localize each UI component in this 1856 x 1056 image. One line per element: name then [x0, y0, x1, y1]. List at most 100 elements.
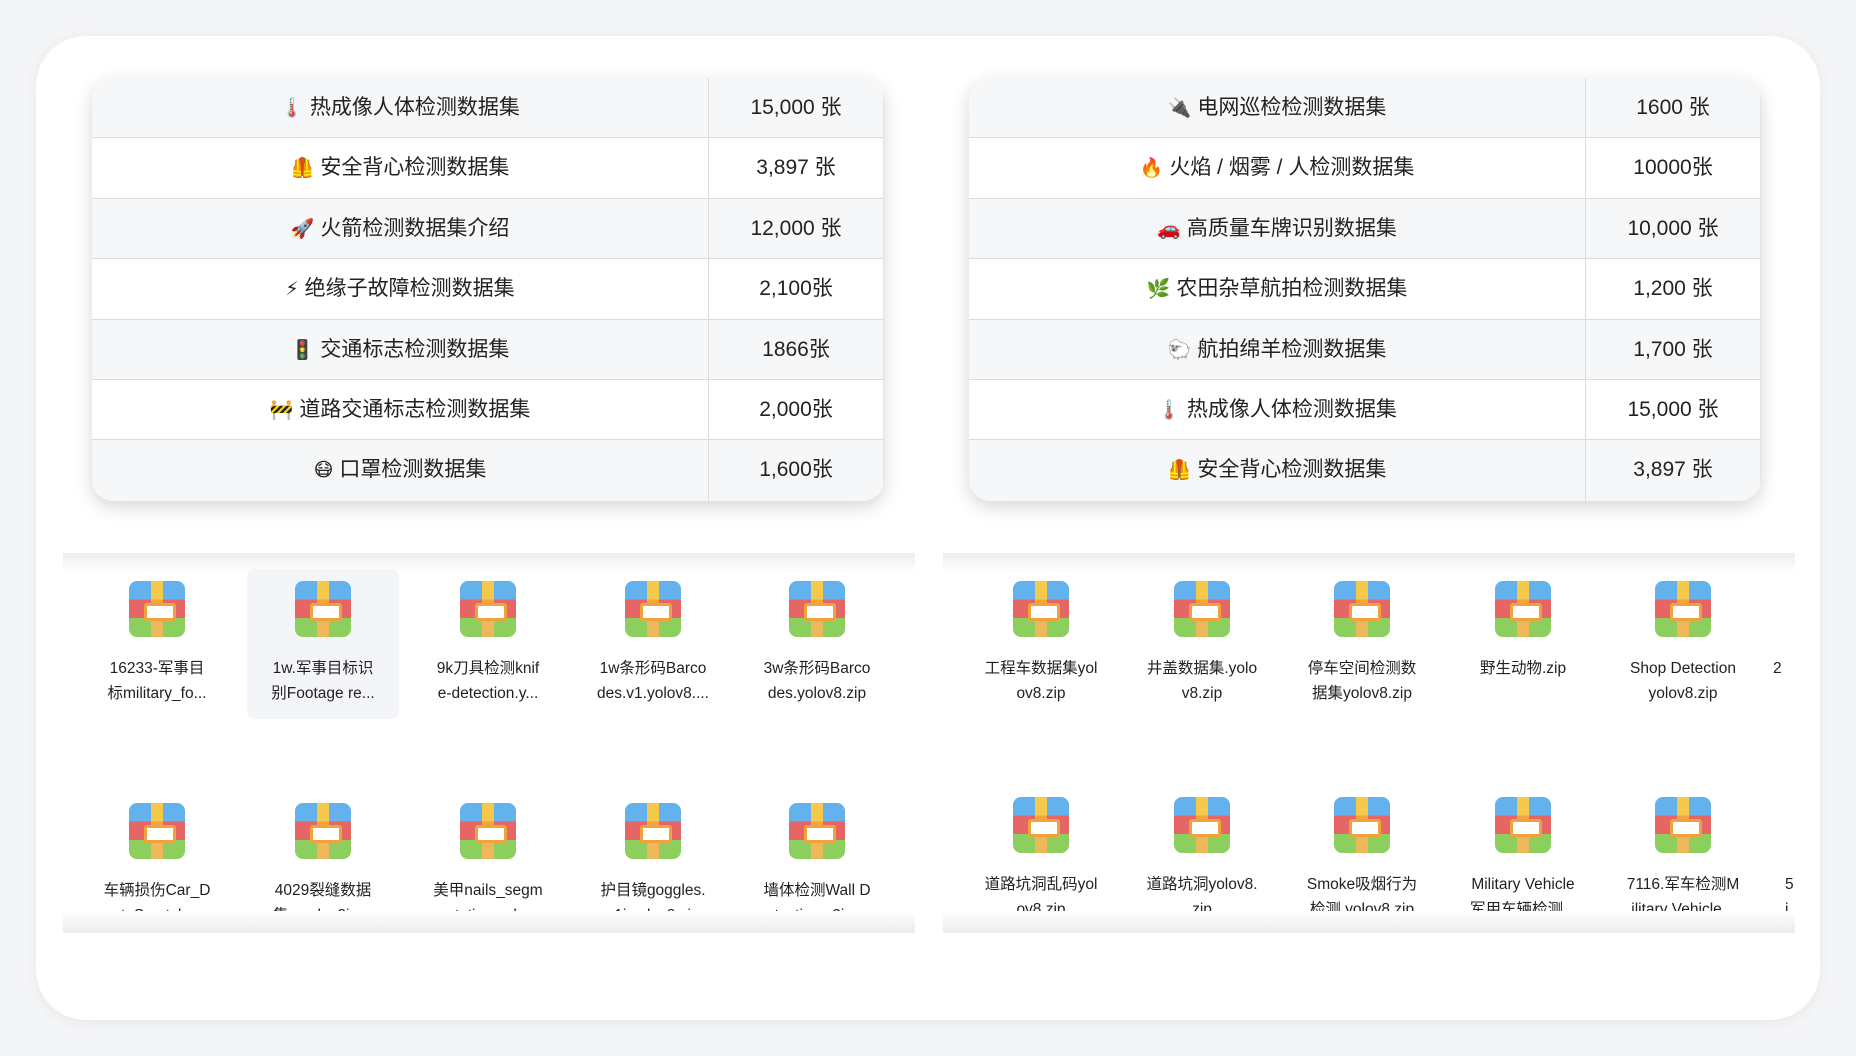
- dataset-count: 3,897 张: [709, 138, 884, 198]
- safety-vest-icon: 🦺: [290, 158, 315, 180]
- file-name-line1: Smoke吸烟行为: [1306, 876, 1418, 893]
- file-name-line1: 美甲nails_segm: [433, 882, 543, 899]
- table-row: ⚡ 绝缘子故障检测数据集 2,100张: [92, 259, 884, 320]
- file-item[interactable]: 井盖数据集.yolo v8.zip: [1126, 569, 1278, 719]
- file-item[interactable]: 1w条形码Barco des.v1.yolov8....: [577, 569, 729, 719]
- plug-icon: 🔌: [1167, 98, 1192, 119]
- file-name-line1: 3w条形码Barco: [763, 660, 871, 677]
- file-item[interactable]: 9k刀具检测knif e-detection.y...: [412, 569, 564, 719]
- fire-icon: 🔥: [1139, 158, 1164, 180]
- file-name-line2: yolov8.zip: [1648, 685, 1718, 702]
- file-name-line1: 停车空间检测数: [1307, 660, 1417, 677]
- file-name-line1: 工程车数据集yol: [984, 660, 1098, 677]
- file-name-line1: 16233-军事目: [109, 660, 205, 677]
- dataset-count: 2,000张: [709, 379, 884, 440]
- dataset-name: 热成像人体检测数据集: [309, 96, 520, 119]
- table-row: 🔌 电网巡检检测数据集 1600 张: [969, 78, 1761, 139]
- file-name-line1: 护目镜goggles.: [600, 882, 706, 899]
- zip-archive-icon: [295, 803, 351, 859]
- dataset-count: 15,000 张: [1586, 379, 1761, 440]
- file-name-line1: 道路坑洞乱码yol: [984, 876, 1098, 893]
- dataset-name: 口罩检测数据集: [339, 458, 487, 482]
- thermometer-icon: 🌡️: [1157, 399, 1181, 421]
- face-mask-icon: 😷: [313, 460, 334, 482]
- file-item[interactable]: 工程车数据集yol ov8.zip: [965, 569, 1117, 719]
- dataset-count: 1866张: [709, 319, 884, 379]
- file-name-line1: 9k刀具检测knif: [436, 660, 540, 677]
- zip-archive-icon: [789, 581, 845, 637]
- file-name-partial: 5: [1785, 876, 1794, 893]
- zip-archive-icon: [129, 581, 185, 637]
- dataset-count: 1600 张: [1586, 78, 1761, 138]
- dataset-name: 航拍绵羊检测数据集: [1197, 337, 1387, 361]
- file-browser-left: 16233-军事目 标military_fo... 1w.军事目标识 别Footag…: [63, 553, 915, 933]
- zip-archive-icon: [295, 581, 351, 637]
- panel-bottom-edge: [943, 911, 1795, 933]
- dataset-table-right: 🔌 电网巡检检测数据集 1600 张 🔥 火焰 / 烟雾 / 人检测数据集 1000…: [969, 78, 1761, 501]
- table-row: 🚦 交通标志检测数据集 1866张: [92, 319, 884, 380]
- file-item-selected[interactable]: 1w.军事目标识 别Footage re...: [247, 569, 399, 719]
- file-item[interactable]: Shop Detection yolov8.zip: [1607, 569, 1759, 719]
- zip-archive-icon: [625, 581, 681, 637]
- file-name-line1: 7116.军车检测M: [1626, 876, 1740, 893]
- dataset-name: 火焰 / 烟雾 / 人检测数据集: [1169, 156, 1415, 180]
- file-name-line1: Shop Detection: [1630, 660, 1736, 677]
- file-name-line1: 1w.军事目标识: [272, 660, 374, 677]
- file-name-line1: 道路坑洞yolov8.: [1146, 876, 1258, 893]
- table-row: 😷 口罩检测数据集 1,600张: [92, 440, 884, 501]
- thermometer-icon: 🌡️: [280, 98, 304, 119]
- dataset-name: 高质量车牌识别数据集: [1186, 216, 1397, 240]
- zip-archive-icon: [625, 803, 681, 859]
- zip-archive-icon: [129, 803, 185, 859]
- file-name-line1: 井盖数据集.yolo: [1146, 660, 1258, 677]
- lightning-icon: ⚡: [285, 279, 299, 301]
- file-item[interactable]: 3w条形码Barco des.yolov8.zip: [741, 569, 893, 719]
- table-row: 🔥 火焰 / 烟雾 / 人检测数据集 10000张: [969, 138, 1761, 199]
- zip-archive-icon: [1334, 797, 1390, 853]
- zip-archive-icon: [1655, 797, 1711, 853]
- file-name-partial: 2: [1773, 660, 1782, 677]
- zip-archive-icon: [460, 803, 516, 859]
- dataset-count: 10,000 张: [1586, 198, 1761, 259]
- table-row: 🚧 道路交通标志检测数据集 2,000张: [92, 379, 884, 441]
- dataset-count: 1,700 张: [1586, 319, 1761, 379]
- car-icon: 🚗: [1157, 218, 1181, 240]
- file-name-line1: 4029裂缝数据: [274, 882, 372, 899]
- dataset-count: 1,200 张: [1586, 259, 1761, 319]
- dataset-count: 10000张: [1586, 138, 1761, 198]
- dataset-name: 安全背心检测数据集: [1197, 458, 1387, 482]
- file-item[interactable]: 16233-军事目 标military_fo...: [81, 569, 233, 719]
- table-row: 🦺 安全背心检测数据集 3,897 张: [92, 138, 884, 199]
- dataset-count: 15,000 张: [709, 78, 884, 138]
- file-browser-right: 工程车数据集yol ov8.zip 井盖数据集.yolo v8.zip 停车空间检测…: [943, 553, 1795, 933]
- zip-archive-icon: [1495, 581, 1551, 637]
- file-name-line2: e-detection.y...: [437, 685, 539, 702]
- dataset-name: 绝缘子故障检测数据集: [304, 277, 515, 301]
- file-name-line2: des.yolov8.zip: [767, 685, 867, 702]
- zip-archive-icon: [1013, 797, 1069, 853]
- table-row: 🦺 安全背心检测数据集 3,897 张: [969, 440, 1761, 501]
- file-name-line2: 据集yolov8.zip: [1312, 685, 1412, 702]
- file-name-line1: 野生动物.zip: [1479, 660, 1567, 677]
- zip-archive-icon: [1334, 581, 1390, 637]
- rocket-icon: 🚀: [290, 218, 315, 240]
- file-name-line1: Military Vehicle: [1471, 876, 1575, 893]
- zip-archive-icon: [1174, 581, 1230, 637]
- file-name-line2: 标military_fo...: [107, 685, 207, 702]
- dataset-count: 1,600张: [709, 440, 884, 501]
- file-name-line1: 墙体检测Wall D: [763, 882, 871, 899]
- file-item[interactable]: 野生动物.zip: [1447, 569, 1599, 719]
- dataset-count: 3,897 张: [1586, 440, 1761, 501]
- table-row: 🚗 高质量车牌识别数据集 10,000 张: [969, 198, 1761, 260]
- dataset-name: 安全背心检测数据集: [320, 156, 510, 180]
- dataset-name: 道路交通标志检测数据集: [299, 397, 531, 421]
- zip-archive-icon: [1495, 797, 1551, 853]
- file-item[interactable]: 停车空间检测数 据集yolov8.zip: [1286, 569, 1438, 719]
- file-name-line2: des.v1.yolov8....: [596, 685, 709, 702]
- file-name-line1: 1w条形码Barco: [599, 660, 707, 677]
- file-name-line2: 别Footage re...: [271, 685, 375, 702]
- dataset-table-left: 🌡️ 热成像人体检测数据集 15,000 张 🦺 安全背心检测数据集 3,897 张…: [92, 78, 884, 501]
- zip-archive-icon: [1174, 797, 1230, 853]
- zip-archive-icon: [1655, 581, 1711, 637]
- file-item-cutoff[interactable]: 2: [1769, 569, 1795, 719]
